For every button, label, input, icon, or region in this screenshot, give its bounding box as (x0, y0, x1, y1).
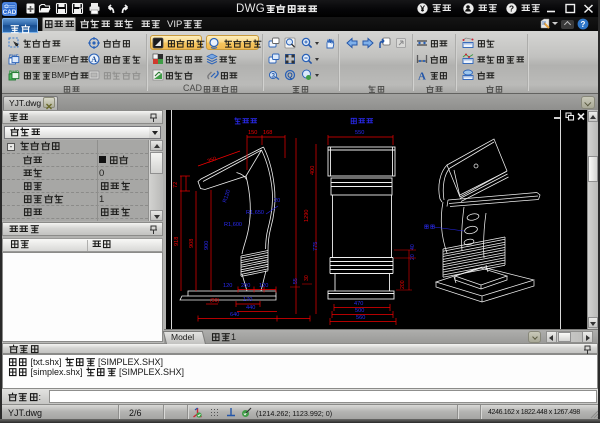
svg-text:775: 775 (313, 242, 319, 251)
svg-text:900: 900 (204, 241, 210, 250)
svg-text:A: A (418, 71, 426, 82)
svg-text:120: 120 (259, 283, 268, 289)
svg-text:120: 120 (223, 283, 232, 289)
svg-text:470: 470 (354, 301, 363, 307)
svg-text:72: 72 (173, 182, 179, 188)
svg-text:440: 440 (246, 305, 255, 311)
svg-text:A: A (91, 55, 97, 64)
svg-text:40: 40 (410, 244, 416, 250)
svg-text:640: 640 (230, 312, 239, 318)
svg-text:150: 150 (248, 130, 257, 136)
svg-text:3: 3 (271, 73, 275, 80)
svg-text:?: ? (509, 3, 514, 13)
svg-text:1290: 1290 (304, 210, 310, 222)
svg-text:30: 30 (304, 275, 310, 281)
svg-text:170: 170 (243, 297, 252, 303)
svg-text:200: 200 (241, 283, 250, 289)
svg-text:?: ? (581, 20, 586, 29)
svg-text:55: 55 (293, 278, 299, 284)
svg-text:(90): (90) (210, 298, 219, 304)
svg-text:CAD: CAD (3, 9, 17, 16)
svg-text:20: 20 (274, 198, 280, 204)
svg-text:168: 168 (263, 130, 272, 136)
svg-text:Q: Q (287, 73, 293, 80)
svg-text:908: 908 (189, 239, 195, 248)
svg-text:R1,650: R1,650 (246, 210, 264, 216)
svg-text:200: 200 (400, 280, 406, 289)
svg-text:550: 550 (355, 130, 364, 136)
svg-text:500: 500 (355, 308, 364, 314)
svg-text:20: 20 (410, 254, 416, 260)
svg-text:400: 400 (310, 166, 316, 175)
svg-text:560: 560 (356, 315, 365, 321)
svg-text:918: 918 (174, 237, 180, 246)
svg-text:R1,600: R1,600 (224, 222, 242, 228)
